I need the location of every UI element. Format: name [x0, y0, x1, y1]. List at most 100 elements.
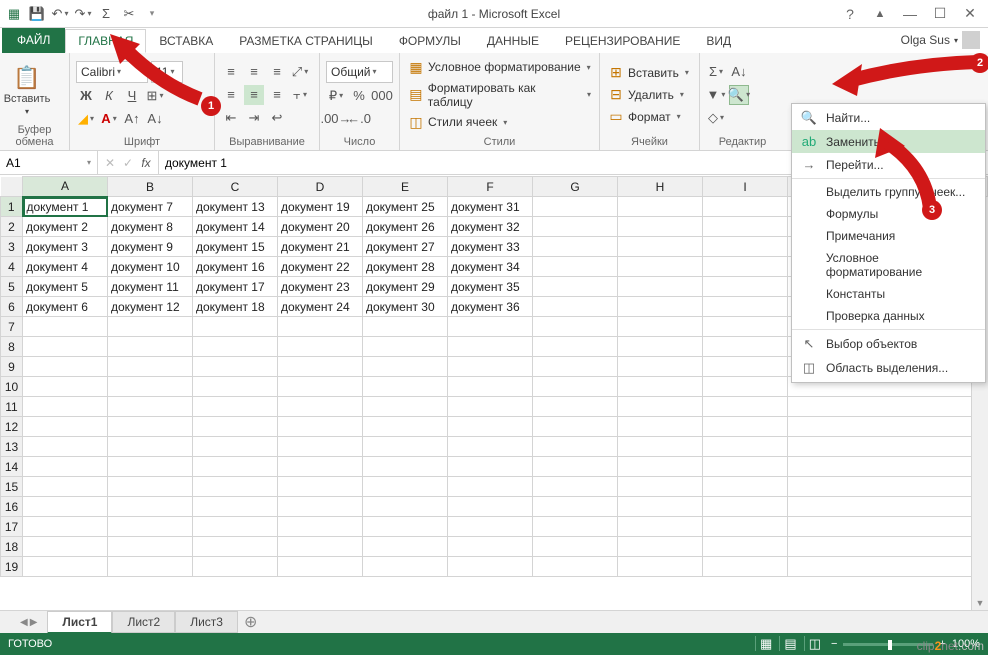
- zoom-out-icon[interactable]: −: [831, 638, 837, 650]
- cell-D5[interactable]: документ 23: [278, 277, 363, 297]
- cell-F3[interactable]: документ 33: [448, 237, 533, 257]
- cell-C11[interactable]: [193, 397, 278, 417]
- cell-E17[interactable]: [363, 517, 448, 537]
- col-header-I[interactable]: I: [703, 177, 788, 197]
- menu-constants[interactable]: Константы: [792, 283, 985, 305]
- sheet-tab-3[interactable]: Лист3: [175, 611, 238, 633]
- cell-B7[interactable]: [108, 317, 193, 337]
- cell-H16[interactable]: [618, 497, 703, 517]
- cell-I7[interactable]: [703, 317, 788, 337]
- cell-A19[interactable]: [23, 557, 108, 577]
- cell-D11[interactable]: [278, 397, 363, 417]
- close-icon[interactable]: ✕: [956, 3, 984, 25]
- cell-I6[interactable]: [703, 297, 788, 317]
- cell-F17[interactable]: [448, 517, 533, 537]
- row-header-11[interactable]: 11: [1, 397, 23, 417]
- cell-E15[interactable]: [363, 477, 448, 497]
- paste-button[interactable]: 📋 Вставить ▾: [6, 61, 48, 116]
- cell-B8[interactable]: [108, 337, 193, 357]
- format-as-table-button[interactable]: ▤Форматировать как таблицу: [406, 80, 593, 110]
- cell-F9[interactable]: [448, 357, 533, 377]
- cell-A2[interactable]: документ 2: [23, 217, 108, 237]
- cell-G13[interactable]: [533, 437, 618, 457]
- cell-I17[interactable]: [703, 517, 788, 537]
- row-header-7[interactable]: 7: [1, 317, 23, 337]
- cell-H18[interactable]: [618, 537, 703, 557]
- cell-G12[interactable]: [533, 417, 618, 437]
- cell-B15[interactable]: [108, 477, 193, 497]
- cell-C6[interactable]: документ 18: [193, 297, 278, 317]
- cell-I9[interactable]: [703, 357, 788, 377]
- tab-data[interactable]: ДАННЫЕ: [474, 29, 552, 53]
- cell-I10[interactable]: [703, 377, 788, 397]
- cell-I3[interactable]: [703, 237, 788, 257]
- cell-B5[interactable]: документ 11: [108, 277, 193, 297]
- row-header-18[interactable]: 18: [1, 537, 23, 557]
- cell-D1[interactable]: документ 19: [278, 197, 363, 217]
- cell-D12[interactable]: [278, 417, 363, 437]
- user-account[interactable]: Olga Sus ▾: [893, 27, 988, 53]
- cell-B19[interactable]: [108, 557, 193, 577]
- cell-A7[interactable]: [23, 317, 108, 337]
- cell-A6[interactable]: документ 6: [23, 297, 108, 317]
- cell-A9[interactable]: [23, 357, 108, 377]
- cell-F19[interactable]: [448, 557, 533, 577]
- cell-A1[interactable]: документ 1: [23, 197, 108, 217]
- cell-B18[interactable]: [108, 537, 193, 557]
- cell-E18[interactable]: [363, 537, 448, 557]
- row-header-4[interactable]: 4: [1, 257, 23, 277]
- cell-C1[interactable]: документ 13: [193, 197, 278, 217]
- align-mid-icon[interactable]: ≡: [244, 62, 264, 82]
- cell-H4[interactable]: [618, 257, 703, 277]
- ribbon-toggle-icon[interactable]: ▲: [866, 3, 894, 25]
- tab-file[interactable]: ФАЙЛ: [2, 27, 65, 53]
- number-format[interactable]: Общий: [326, 61, 393, 83]
- bold-icon[interactable]: Ж: [76, 86, 96, 106]
- col-header-H[interactable]: H: [618, 177, 703, 197]
- cell-C15[interactable]: [193, 477, 278, 497]
- cell-G11[interactable]: [533, 397, 618, 417]
- col-header-E[interactable]: E: [363, 177, 448, 197]
- tab-view[interactable]: ВИД: [693, 29, 744, 53]
- row-header-13[interactable]: 13: [1, 437, 23, 457]
- cell-B1[interactable]: документ 7: [108, 197, 193, 217]
- cancel-formula-icon[interactable]: ✕: [102, 156, 118, 170]
- cell-F1[interactable]: документ 31: [448, 197, 533, 217]
- cell-B4[interactable]: документ 10: [108, 257, 193, 277]
- cell-D14[interactable]: [278, 457, 363, 477]
- tab-formulas[interactable]: ФОРМУЛЫ: [386, 29, 474, 53]
- cell-C5[interactable]: документ 17: [193, 277, 278, 297]
- row-header-16[interactable]: 16: [1, 497, 23, 517]
- cell-C4[interactable]: документ 16: [193, 257, 278, 277]
- cell-G18[interactable]: [533, 537, 618, 557]
- cell-E9[interactable]: [363, 357, 448, 377]
- row-header-6[interactable]: 6: [1, 297, 23, 317]
- cell-I13[interactable]: [703, 437, 788, 457]
- cell-C10[interactable]: [193, 377, 278, 397]
- cell-I19[interactable]: [703, 557, 788, 577]
- cell-B16[interactable]: [108, 497, 193, 517]
- cell-G5[interactable]: [533, 277, 618, 297]
- cut-icon[interactable]: ✂: [119, 4, 139, 24]
- align-left-icon[interactable]: ≡: [221, 85, 241, 105]
- tab-review[interactable]: РЕЦЕНЗИРОВАНИЕ: [552, 29, 693, 53]
- row-header-5[interactable]: 5: [1, 277, 23, 297]
- conditional-formatting-button[interactable]: ▦Условное форматирование: [406, 58, 593, 77]
- fx-icon[interactable]: fx: [138, 156, 154, 170]
- increase-decimal-icon[interactable]: .00→: [326, 109, 346, 129]
- sheet-nav-prev-icon[interactable]: ◀: [20, 617, 28, 628]
- accept-formula-icon[interactable]: ✓: [120, 156, 136, 170]
- row-header-12[interactable]: 12: [1, 417, 23, 437]
- col-header-G[interactable]: G: [533, 177, 618, 197]
- cell-F7[interactable]: [448, 317, 533, 337]
- cell-C3[interactable]: документ 15: [193, 237, 278, 257]
- cell-A14[interactable]: [23, 457, 108, 477]
- cell-I11[interactable]: [703, 397, 788, 417]
- merge-icon[interactable]: ⫟: [290, 85, 310, 105]
- cell-G16[interactable]: [533, 497, 618, 517]
- cell-B12[interactable]: [108, 417, 193, 437]
- cell-E10[interactable]: [363, 377, 448, 397]
- find-select-button[interactable]: 🔍: [729, 85, 749, 105]
- cell-A11[interactable]: [23, 397, 108, 417]
- cell-H9[interactable]: [618, 357, 703, 377]
